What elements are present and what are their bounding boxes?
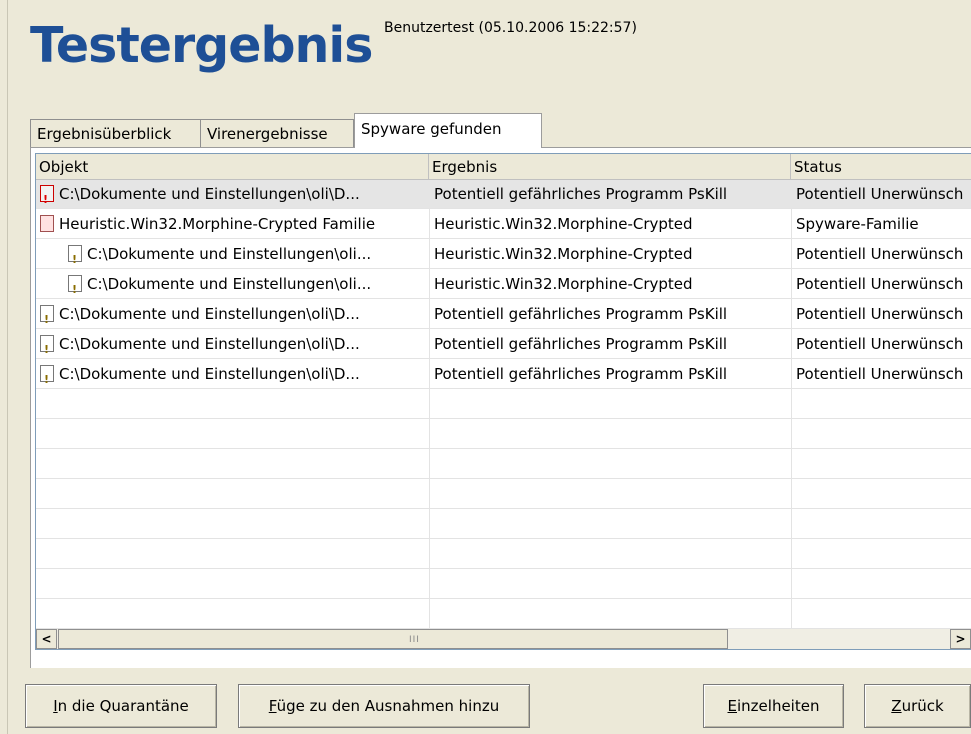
cell-status: Potentiell Unerwünsch: [796, 335, 964, 353]
results-list[interactable]: Objekt Ergebnis Status C:\Dokumente und …: [35, 153, 971, 631]
warning-file-icon: [68, 245, 82, 269]
back-label: urück: [901, 697, 944, 715]
cell-objekt: C:\Dokumente und Einstellungen\oli...: [68, 270, 426, 299]
empty-row: [36, 450, 971, 479]
table-row[interactable]: C:\Dokumente und Einstellungen\oli... Heu…: [36, 240, 971, 269]
cell-objekt: Heuristic.Win32.Morphine-Crypted Familie: [40, 210, 426, 239]
scroll-right-button[interactable]: >: [950, 629, 971, 649]
warning-file-icon: [68, 275, 82, 299]
table-row[interactable]: C:\Dokumente und Einstellungen\oli\D... P…: [36, 300, 971, 329]
cell-objekt: C:\Dokumente und Einstellungen\oli\D...: [40, 300, 426, 329]
warning-file-icon: [40, 305, 54, 329]
details-button[interactable]: Einzelheiten: [703, 684, 844, 728]
cell-status: Potentiell Unerwünsch: [796, 185, 964, 203]
table-row[interactable]: C:\Dokumente und Einstellungen\oli... Heu…: [36, 270, 971, 299]
back-mnemonic: Z: [891, 697, 902, 715]
exception-label: üge zu den Ausnahmen hinzu: [276, 697, 500, 715]
page-title: Testergebnis: [30, 17, 373, 74]
empty-row: [36, 390, 971, 419]
details-mnemonic: E: [727, 697, 737, 715]
empty-row: [36, 570, 971, 599]
objekt-text: C:\Dokumente und Einstellungen\oli\D...: [59, 335, 360, 353]
column-header-status[interactable]: Status: [791, 154, 971, 179]
objekt-text: C:\Dokumente und Einstellungen\oli...: [87, 245, 372, 263]
empty-row: [36, 540, 971, 569]
table-row[interactable]: C:\Dokumente und Einstellungen\oli\D... P…: [36, 360, 971, 389]
horizontal-scrollbar[interactable]: < III >: [35, 629, 971, 650]
cell-objekt: C:\Dokumente und Einstellungen\oli\D...: [40, 330, 426, 359]
column-header-ergebnis[interactable]: Ergebnis: [429, 154, 791, 179]
cell-ergebnis: Potentiell gefährliches Programm PsKill: [434, 335, 728, 353]
objekt-text: C:\Dokumente und Einstellungen\oli...: [87, 275, 372, 293]
tab-spyware-gefunden[interactable]: Spyware gefunden: [354, 113, 542, 148]
empty-row: [36, 600, 971, 629]
red-alert-file-icon: [40, 185, 54, 209]
table-row[interactable]: Heuristic.Win32.Morphine-Crypted Familie…: [36, 210, 971, 239]
add-exception-button[interactable]: Füge zu den Ausnahmen hinzu: [238, 684, 530, 728]
cell-status: Potentiell Unerwünsch: [796, 275, 964, 293]
test-info-subtitle: Benutzertest (05.10.2006 15:22:57): [384, 20, 637, 36]
scroll-grip: III: [409, 635, 420, 645]
table-row[interactable]: C:\Dokumente und Einstellungen\oli\D... P…: [36, 180, 971, 209]
cell-ergebnis: Heuristic.Win32.Morphine-Crypted: [434, 215, 693, 233]
empty-row: [36, 480, 971, 509]
scroll-left-button[interactable]: <: [36, 629, 57, 649]
cell-ergebnis: Potentiell gefährliches Programm PsKill: [434, 365, 728, 383]
cell-ergebnis: Potentiell gefährliches Programm PsKill: [434, 185, 728, 203]
cell-ergebnis: Potentiell gefährliches Programm PsKill: [434, 305, 728, 323]
objekt-text: C:\Dokumente und Einstellungen\oli\D...: [59, 365, 360, 383]
cell-status: Potentiell Unerwünsch: [796, 365, 964, 383]
tab-panel: Objekt Ergebnis Status C:\Dokumente und …: [30, 147, 971, 668]
cell-objekt: C:\Dokumente und Einstellungen\oli...: [68, 240, 426, 269]
back-button[interactable]: Zurück: [864, 684, 971, 728]
cell-status: Potentiell Unerwünsch: [796, 305, 964, 323]
tab-virenergebnisse[interactable]: Virenergebnisse: [200, 119, 354, 147]
objekt-text: Heuristic.Win32.Morphine-Crypted Familie: [59, 215, 376, 233]
window-left-border: [0, 0, 8, 734]
empty-row: [36, 510, 971, 539]
details-label: inzelheiten: [737, 697, 820, 715]
cell-ergebnis: Heuristic.Win32.Morphine-Crypted: [434, 275, 693, 293]
warning-file-icon: [40, 365, 54, 389]
table-row[interactable]: C:\Dokumente und Einstellungen\oli\D... P…: [36, 330, 971, 359]
cell-objekt: C:\Dokumente und Einstellungen\oli\D...: [40, 180, 426, 209]
warning-file-icon: [40, 335, 54, 359]
objekt-text: C:\Dokumente und Einstellungen\oli\D...: [59, 305, 360, 323]
scroll-thumb[interactable]: III: [58, 629, 728, 649]
quarantine-button[interactable]: In die Quarantäne: [25, 684, 217, 728]
empty-row: [36, 420, 971, 449]
tab-ergebnisueberblick[interactable]: Ergebnisüberblick: [30, 119, 201, 147]
cell-objekt: C:\Dokumente und Einstellungen\oli\D...: [40, 360, 426, 389]
spyware-family-icon: [40, 215, 54, 232]
list-header: Objekt Ergebnis Status: [36, 154, 971, 180]
exception-mnemonic: F: [268, 697, 277, 715]
cell-status: Potentiell Unerwünsch: [796, 245, 964, 263]
quarantine-label: n die Quarantäne: [57, 697, 189, 715]
objekt-text: C:\Dokumente und Einstellungen\oli\D...: [59, 185, 360, 203]
cell-ergebnis: Heuristic.Win32.Morphine-Crypted: [434, 245, 693, 263]
cell-status: Spyware-Familie: [796, 215, 919, 233]
column-header-objekt[interactable]: Objekt: [36, 154, 429, 179]
